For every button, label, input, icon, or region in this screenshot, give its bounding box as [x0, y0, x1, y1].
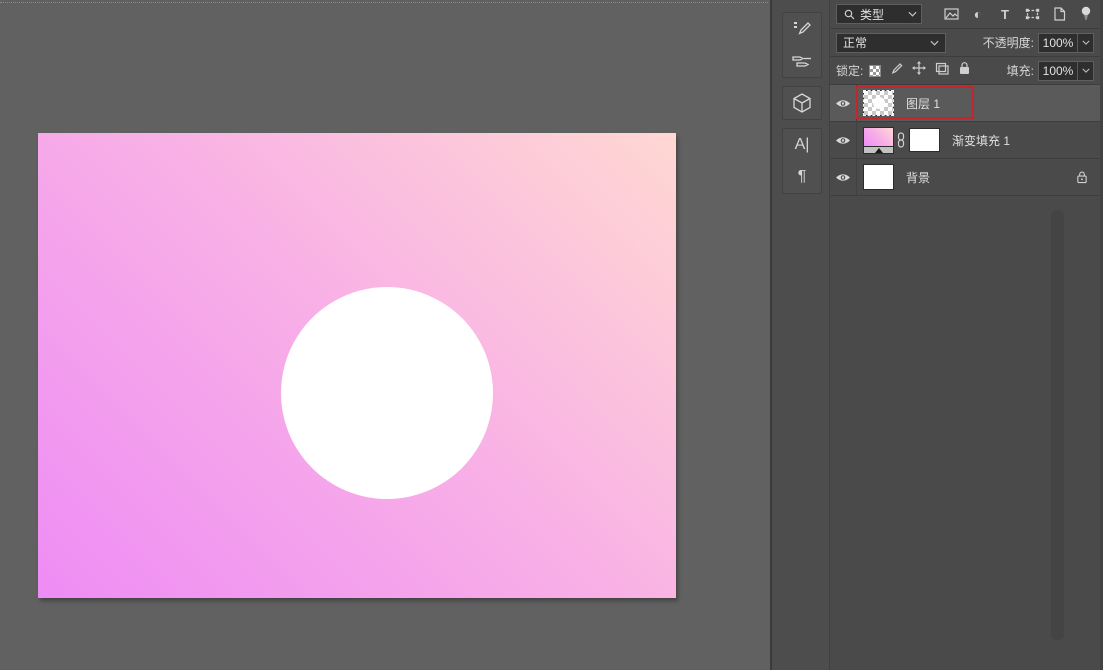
blend-mode-value: 正常	[843, 34, 867, 51]
fill-input[interactable]: 100%	[1038, 61, 1094, 81]
chevron-down-icon	[908, 11, 917, 17]
search-icon	[841, 6, 857, 22]
photoshop-window: A| ¶ 类型 ◐	[0, 0, 1103, 670]
lock-label: 锁定:	[836, 62, 863, 79]
layer1-thumbnail[interactable]	[863, 90, 894, 116]
chevron-down-icon[interactable]	[1077, 34, 1093, 52]
lock-buttons	[869, 61, 971, 80]
dock-group-brushes	[782, 12, 822, 78]
fill-label: 填充:	[1007, 62, 1034, 79]
blend-opacity-row: 正常 不透明度: 100%	[830, 29, 1100, 57]
visibility-eye-icon[interactable]	[830, 85, 857, 121]
3d-panel-icon[interactable]	[783, 87, 821, 119]
layer-row-layer1[interactable]: 图层 1	[830, 85, 1100, 122]
layer-kind-filter-select[interactable]: 类型	[836, 4, 922, 24]
gradient-fill-thumbnail[interactable]	[863, 127, 894, 154]
white-circle-shape[interactable]	[281, 287, 493, 499]
lock-position-move-icon[interactable]	[912, 61, 926, 80]
layer-name[interactable]: 背景	[906, 169, 930, 186]
paragraph-panel-icon[interactable]: ¶	[783, 161, 821, 193]
shape-layer-filter-icon[interactable]	[1024, 6, 1040, 22]
type-layer-filter-icon[interactable]: T	[997, 6, 1013, 22]
adjustment-layer-filter-icon[interactable]: ◐	[970, 6, 986, 22]
dock-group-3d	[782, 86, 822, 120]
smart-object-filter-icon[interactable]	[1051, 6, 1067, 22]
kind-filter-label: 类型	[860, 6, 884, 23]
layer-mask-link-icon[interactable]	[897, 132, 905, 148]
layers-panel: 类型 ◐ T	[829, 0, 1103, 670]
chevron-down-icon[interactable]	[1077, 62, 1093, 80]
layer-filter-buttons: ◐ T	[943, 6, 1094, 22]
brushes-icon[interactable]	[783, 45, 821, 77]
panel-dock: A| ¶	[770, 0, 829, 670]
fill-value: 100%	[1039, 64, 1077, 78]
visibility-eye-icon[interactable]	[830, 159, 857, 195]
dock-group-type: A| ¶	[782, 128, 822, 194]
layers-filter-row: 类型 ◐ T	[830, 0, 1100, 29]
layer-name[interactable]: 图层 1	[906, 95, 940, 112]
lock-artboard-nesting-icon[interactable]	[935, 62, 949, 80]
filter-toggle-pin-icon[interactable]	[1078, 6, 1094, 22]
chevron-down-icon	[930, 40, 939, 46]
lock-pixels-brush-icon[interactable]	[890, 62, 903, 80]
scrollbar[interactable]	[1051, 210, 1064, 640]
background-thumbnail[interactable]	[863, 164, 894, 190]
character-panel-icon[interactable]: A|	[783, 129, 821, 161]
layer-name[interactable]: 渐变填充 1	[952, 132, 1010, 149]
opacity-input[interactable]: 100%	[1038, 33, 1094, 53]
lock-all-icon[interactable]	[958, 61, 971, 80]
document-canvas[interactable]	[38, 133, 676, 598]
pixel-layer-filter-icon[interactable]	[943, 6, 959, 22]
opacity-value: 100%	[1039, 36, 1077, 50]
gradient-widget-bar	[863, 146, 894, 154]
layers-panel-empty-area	[830, 196, 1100, 670]
background-lock-icon	[1076, 170, 1088, 184]
layer-row-gradient-fill[interactable]: 渐变填充 1	[830, 122, 1100, 159]
blend-mode-select[interactable]: 正常	[836, 33, 946, 53]
layer-row-background[interactable]: 背景	[830, 159, 1100, 196]
lock-fill-row: 锁定: 填充:	[830, 57, 1100, 85]
layer-mask-thumbnail[interactable]	[909, 128, 940, 152]
visibility-eye-icon[interactable]	[830, 122, 857, 158]
opacity-label: 不透明度:	[983, 34, 1034, 51]
canvas-work-area[interactable]	[0, 0, 770, 670]
lock-transparency-icon[interactable]	[869, 65, 881, 77]
brush-settings-icon[interactable]	[783, 13, 821, 45]
thumbnail-circle-preview	[873, 97, 885, 109]
